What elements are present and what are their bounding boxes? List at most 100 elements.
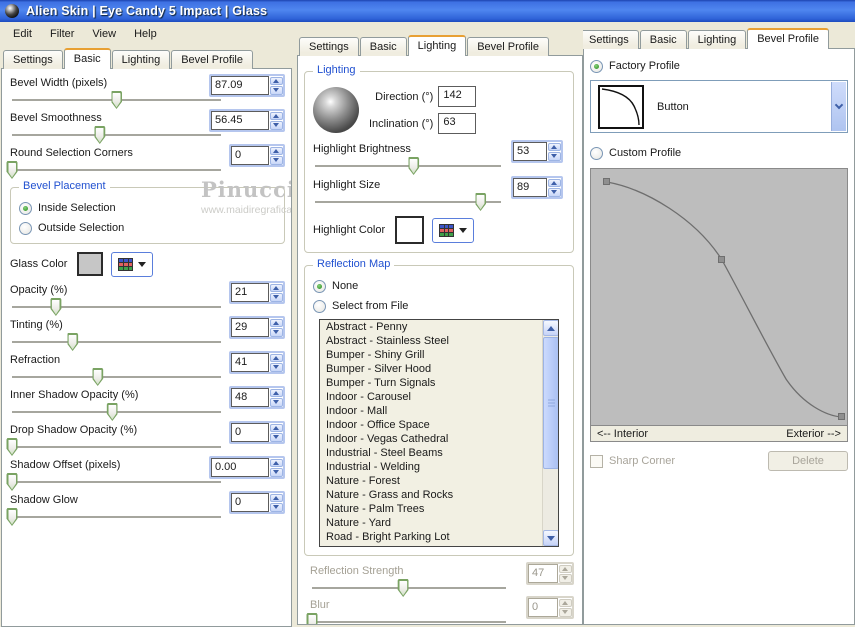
slider-thumb[interactable] [6, 473, 18, 491]
spinner-down-button[interactable] [558, 574, 572, 583]
reflection-map-item[interactable]: Bumper - Turn Signals [320, 376, 558, 390]
menu-filter[interactable]: Filter [41, 25, 83, 43]
highlight-color-palette-button[interactable] [432, 217, 475, 243]
reflection-map-item[interactable]: Indoor - Vegas Cathedral [320, 432, 558, 446]
slider-thumb[interactable] [306, 613, 318, 624]
inside-selection-radio[interactable] [19, 201, 32, 215]
slider-track[interactable] [12, 298, 221, 316]
tab-lighting[interactable]: Lighting [407, 35, 467, 56]
reflection-map-item[interactable]: Indoor - Mall [320, 404, 558, 418]
custom-profile-radio[interactable] [590, 146, 603, 160]
spinner-up-button[interactable] [269, 76, 283, 85]
tab-settings[interactable]: Settings [299, 37, 359, 56]
value-field[interactable]: 21 [231, 283, 269, 302]
value-field[interactable]: 53 [513, 142, 547, 161]
tab-lighting[interactable]: Lighting [687, 30, 747, 49]
scroll-up-button[interactable] [543, 320, 558, 336]
spinner-up-button[interactable] [547, 142, 561, 151]
scroll-thumb[interactable] [543, 337, 558, 469]
menu-view[interactable]: View [83, 25, 125, 43]
spinner-down-button[interactable] [269, 433, 283, 442]
menu-help[interactable]: Help [125, 25, 166, 43]
value-field[interactable]: 87.09 [211, 76, 269, 95]
spinner-down-button[interactable] [269, 156, 283, 165]
slider-thumb[interactable] [92, 368, 104, 386]
value-spinbox[interactable]: 56.45 [209, 109, 285, 132]
value-spinbox[interactable]: 48 [229, 386, 285, 409]
spinner-down-button[interactable] [269, 328, 283, 337]
slider-thumb[interactable] [50, 298, 62, 316]
reflection-map-item[interactable]: Indoor - Carousel [320, 390, 558, 404]
slider-track[interactable] [12, 368, 221, 386]
value-spinbox[interactable]: 0 [229, 491, 285, 514]
value-spinbox[interactable]: 0 [229, 144, 285, 167]
value-spinbox[interactable]: 0.00 [209, 456, 285, 479]
slider-thumb[interactable] [6, 161, 18, 179]
slider-track[interactable] [306, 613, 506, 624]
outside-selection-radio[interactable] [19, 221, 32, 235]
value-field[interactable]: 29 [231, 318, 269, 337]
value-field[interactable]: 89 [513, 178, 547, 197]
value-spinbox[interactable]: 29 [229, 316, 285, 339]
spinner-up-button[interactable] [269, 111, 283, 120]
value-spinbox[interactable]: 87.09 [209, 74, 285, 97]
reflection-map-item[interactable]: Nature - Palm Trees [320, 502, 558, 516]
value-field[interactable]: 47 [528, 564, 558, 583]
value-field[interactable]: 41 [231, 353, 269, 372]
spinner-up-button[interactable] [269, 353, 283, 362]
spinner-up-button[interactable] [269, 493, 283, 502]
value-field[interactable]: 56.45 [211, 111, 269, 130]
glass-color-swatch[interactable] [77, 252, 104, 276]
reflection-map-item[interactable]: Nature - Forest [320, 474, 558, 488]
factory-profile-radio[interactable] [590, 59, 603, 73]
slider-track[interactable] [315, 157, 501, 175]
slider-track[interactable] [6, 508, 221, 526]
spinner-up-button[interactable] [547, 178, 561, 187]
custom-profile-curve-editor[interactable] [590, 168, 848, 425]
tab-basic[interactable]: Basic [639, 30, 687, 49]
list-scrollbar[interactable] [542, 320, 558, 546]
reflection-map-item[interactable]: Indoor - Office Space [320, 418, 558, 432]
reflection-map-list[interactable]: Abstract - Penny Abstract - Stainless St… [319, 319, 559, 547]
tab-settings[interactable]: Settings [3, 50, 63, 69]
slider-track[interactable] [6, 473, 221, 491]
spinner-down-button[interactable] [269, 398, 283, 407]
reflection-map-item[interactable]: Bumper - Silver Hood [320, 362, 558, 376]
slider-thumb[interactable] [475, 193, 487, 211]
slider-track[interactable] [12, 126, 221, 144]
reflection-map-item[interactable]: Nature - Grass and Rocks [320, 488, 558, 502]
spinner-up-button[interactable] [269, 146, 283, 155]
delete-button[interactable]: Delete [768, 451, 848, 471]
radio-row-outside-selection[interactable]: Outside Selection [19, 218, 276, 238]
reflection-map-item[interactable]: Nature - Yard [320, 516, 558, 530]
spinner-up-button[interactable] [269, 318, 283, 327]
spinner-down-button[interactable] [269, 86, 283, 95]
reflection-map-item[interactable]: Bumper - Shiny Grill [320, 348, 558, 362]
value-spinbox[interactable]: 47 [526, 562, 574, 585]
spinner-down-button[interactable] [547, 188, 561, 197]
slider-thumb[interactable] [94, 126, 106, 144]
spinner-up-button[interactable] [269, 458, 283, 467]
radio-row-none[interactable]: None [313, 276, 565, 296]
tab-lighting[interactable]: Lighting [111, 50, 171, 69]
radio-row-select-from-file[interactable]: Select from File [313, 296, 565, 316]
reflection-map-item[interactable]: Abstract - Stainless Steel [320, 334, 558, 348]
slider-track[interactable] [315, 193, 501, 211]
value-field[interactable]: 48 [231, 388, 269, 407]
tab-settings[interactable]: Settings [583, 30, 639, 49]
value-field[interactable]: 0 [231, 423, 269, 442]
menu-edit[interactable]: Edit [4, 25, 41, 43]
value-spinbox[interactable]: 89 [511, 176, 563, 199]
reflection-map-item[interactable]: Abstract - Penny [320, 320, 558, 334]
radio-row-inside-selection[interactable]: Inside Selection [19, 198, 276, 218]
value-field[interactable]: 0 [528, 598, 558, 617]
slider-track[interactable] [6, 161, 221, 179]
slider-thumb[interactable] [67, 333, 79, 351]
tab-basic[interactable]: Basic [359, 37, 407, 56]
value-field[interactable]: 0 [231, 146, 269, 165]
slider-track[interactable] [6, 438, 221, 456]
spinner-down-button[interactable] [269, 293, 283, 302]
value-spinbox[interactable]: 53 [511, 140, 563, 163]
tab-bevel-profile[interactable]: Bevel Profile [747, 28, 829, 49]
tab-basic[interactable]: Basic [63, 48, 111, 69]
